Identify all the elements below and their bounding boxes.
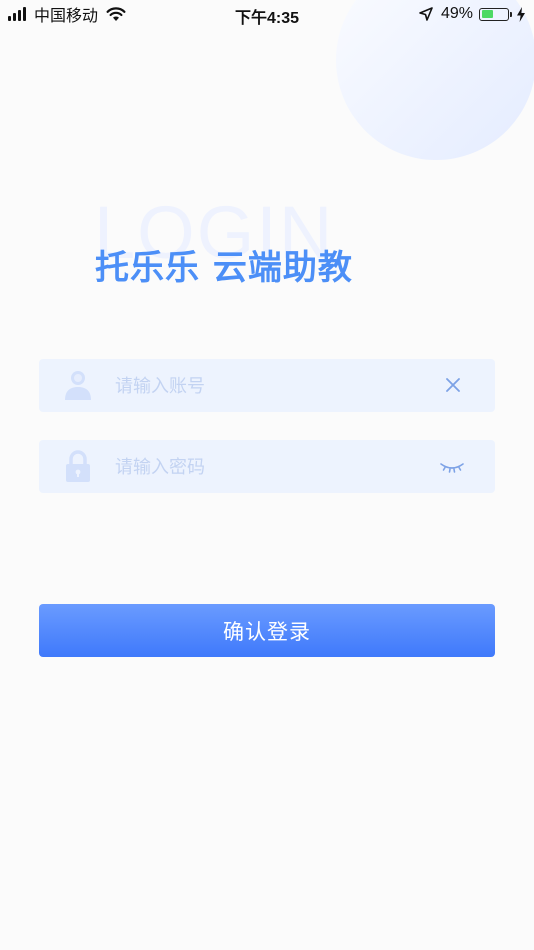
battery-percent: 49% <box>440 5 473 22</box>
app-title: 托乐乐 云端助教 <box>95 248 353 288</box>
battery-fill <box>481 10 494 18</box>
login-screen: 中国移动 下午4:35 49% LOGIN 托乐乐 云端助教 请输入账号 确认登… <box>0 0 534 950</box>
charging-bolt-icon <box>517 6 525 22</box>
battery-icon <box>479 7 509 21</box>
lock-icon <box>66 450 90 482</box>
clear-icon[interactable] <box>441 373 465 397</box>
location-arrow-icon <box>419 7 433 21</box>
user-icon <box>65 371 91 400</box>
eye-closed-icon[interactable] <box>439 454 465 478</box>
password-field[interactable] <box>39 440 495 495</box>
status-bar-right: 49% <box>419 4 526 24</box>
battery-tip <box>510 11 512 17</box>
status-bar: 中国移动 下午4:35 49% <box>0 0 534 28</box>
account-input[interactable] <box>113 359 417 414</box>
account-field[interactable] <box>39 359 495 414</box>
password-input[interactable] <box>113 440 417 495</box>
login-button[interactable]: 确认登录 <box>39 604 495 657</box>
